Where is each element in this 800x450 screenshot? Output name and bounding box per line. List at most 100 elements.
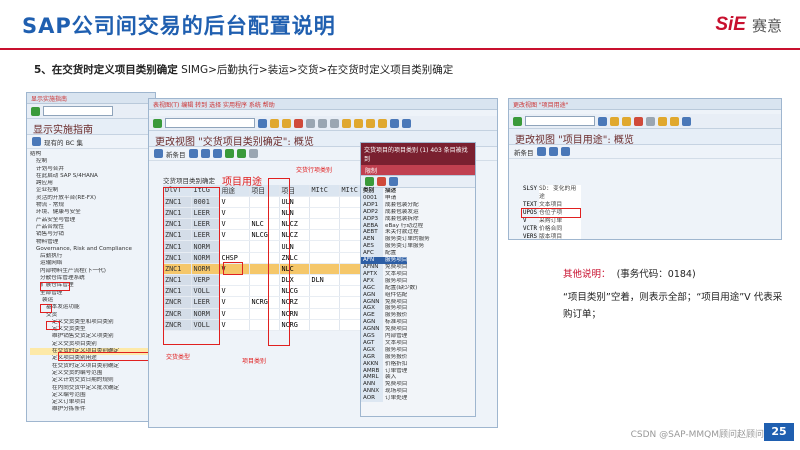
popup-restrict-tab[interactable]: 限制 xyxy=(361,165,475,176)
table-cell[interactable] xyxy=(309,229,340,242)
tree-node[interactable]: 物料管理 xyxy=(30,239,152,246)
table-cell[interactable] xyxy=(309,308,340,320)
list-item[interactable]: AEBT 未关付款过程 xyxy=(361,229,475,237)
list-item[interactable]: ADP1 成套包装分配 xyxy=(361,201,475,209)
list-item[interactable]: SLSY SD: 变化的用途 xyxy=(523,185,581,201)
select-block-icon[interactable] xyxy=(236,149,246,158)
confirm-icon[interactable] xyxy=(153,118,162,128)
list-item[interactable]: AGE 服务报价 xyxy=(361,312,475,320)
tree-node[interactable]: 后勤执行 xyxy=(30,253,152,260)
list-item[interactable]: VERS 版本项目 xyxy=(523,233,581,239)
save-icon[interactable] xyxy=(258,118,267,128)
table-cell[interactable]: V xyxy=(219,218,250,231)
tree-node[interactable]: 定义交货项目类别 xyxy=(30,341,152,348)
delete-icon[interactable] xyxy=(548,147,558,156)
w1-menubar[interactable]: 显示实施指南 xyxy=(27,93,155,104)
list-item[interactable]: ADP3 成套包装拆除 xyxy=(361,215,475,223)
tree-node[interactable]: 灵活的开放平台(RE-FX) xyxy=(30,195,152,202)
list-item[interactable]: AEBA eBay 行动过程 xyxy=(361,222,475,230)
list-item[interactable]: AGNN 免费项目 xyxy=(361,298,475,306)
col-header[interactable]: MItC xyxy=(309,185,340,197)
tree-node[interactable]: Governance, Risk and Compliance xyxy=(30,246,152,253)
first-page-icon[interactable] xyxy=(658,116,667,126)
list-item[interactable]: ADP2 成套包装发运 xyxy=(361,208,475,216)
table-cell[interactable] xyxy=(309,252,340,264)
table-cell[interactable] xyxy=(309,263,340,276)
table-cell[interactable] xyxy=(309,218,340,231)
close-icon[interactable] xyxy=(377,177,386,186)
bc-set-icon[interactable] xyxy=(32,137,41,146)
print-icon[interactable] xyxy=(306,118,315,128)
confirm-icon[interactable] xyxy=(513,116,522,126)
tree-node[interactable]: 在内向交货中定义批次确定 xyxy=(30,385,152,392)
display-change-icon[interactable] xyxy=(154,149,163,158)
table-cell[interactable] xyxy=(219,240,250,253)
list-item[interactable]: AES 服务类订单服务 xyxy=(361,243,475,251)
help-icon[interactable] xyxy=(682,116,691,126)
list-item[interactable]: ANNX 现场项目 xyxy=(361,388,475,396)
exit-icon[interactable] xyxy=(282,118,291,128)
last-page-icon[interactable] xyxy=(378,118,387,128)
tree-node[interactable]: 定义编号范围 xyxy=(30,392,152,399)
next-page-icon[interactable] xyxy=(670,116,679,126)
first-page-icon[interactable] xyxy=(342,118,351,128)
deselect-all-icon[interactable] xyxy=(248,149,258,158)
tree-node[interactable]: 维护分拣条件 xyxy=(30,406,152,413)
back-icon[interactable] xyxy=(610,116,619,126)
table-cell[interactable] xyxy=(309,319,340,331)
table-cell[interactable]: V xyxy=(219,308,250,320)
save-icon[interactable] xyxy=(598,116,607,126)
table-cell[interactable]: V xyxy=(219,229,250,242)
list-item[interactable]: AMRB 订单管理 xyxy=(361,367,475,375)
next-page-icon[interactable] xyxy=(366,118,375,128)
table-cell[interactable]: V xyxy=(219,196,250,208)
back-icon[interactable] xyxy=(270,118,279,128)
list-item[interactable]: VCTR 价格合同 xyxy=(523,225,581,233)
prev-page-icon[interactable] xyxy=(354,118,363,128)
tree-node[interactable]: 定义订单项目 xyxy=(30,399,152,406)
list-item[interactable]: AGN 标准项目 xyxy=(361,319,475,327)
list-item[interactable]: AFX 服务项目 xyxy=(361,277,475,285)
tree-node[interactable]: 在交货时定义项目类别确定 xyxy=(30,363,152,370)
tree-node[interactable]: 环境、健康与安全 xyxy=(30,209,152,216)
table-cell[interactable]: DLN xyxy=(309,274,340,287)
print-icon[interactable] xyxy=(646,116,655,126)
list-item[interactable]: AMRL 装入 xyxy=(361,374,475,382)
tree-node[interactable]: 定义计划交货日期的规则 xyxy=(30,377,152,384)
list-item[interactable]: AFC 配置 xyxy=(361,250,475,258)
table-cell[interactable] xyxy=(309,196,340,208)
undo-icon[interactable] xyxy=(212,149,222,158)
help-icon[interactable] xyxy=(402,118,411,128)
tree-node[interactable]: 结构 xyxy=(30,151,152,158)
delete-icon[interactable] xyxy=(200,149,210,158)
table-cell[interactable] xyxy=(309,285,340,298)
tree-node[interactable]: 物流 - 常规 xyxy=(30,202,152,209)
cancel-icon[interactable] xyxy=(294,118,303,128)
w2-menubar[interactable]: 表视图(T) 编辑 转到 选择 实用程序 系统 帮助 xyxy=(149,99,497,110)
list-item[interactable]: AGC 配置(缺少数) xyxy=(361,284,475,292)
tree-node[interactable]: 企业控制 xyxy=(30,187,152,194)
new-entries-button[interactable]: 新条目 xyxy=(514,147,534,157)
tree-node[interactable]: 在此启动 SAP S/4HANA xyxy=(30,173,152,180)
find-next-icon[interactable] xyxy=(330,118,339,128)
tree-node[interactable]: 内部物料生产流程(下一代) xyxy=(30,268,152,275)
tree-node[interactable]: 计划与合并 xyxy=(30,166,152,173)
list-item[interactable]: AGR 服务报价 xyxy=(361,353,475,361)
find-icon[interactable] xyxy=(318,118,327,128)
list-item[interactable]: AGX 服务项目 xyxy=(361,305,475,313)
sort-icon[interactable] xyxy=(389,177,398,186)
table-cell[interactable] xyxy=(309,207,340,220)
list-item[interactable]: ANN 免费项目 xyxy=(361,381,475,389)
select-all-icon[interactable] xyxy=(224,149,234,158)
table-cell[interactable]: V xyxy=(219,285,250,298)
tree-node[interactable]: 跨应用 xyxy=(30,180,152,187)
tree-node[interactable]: 运输网络 xyxy=(30,260,152,267)
new-entries-button[interactable]: 新条目 xyxy=(166,149,186,159)
layout-icon[interactable] xyxy=(390,118,399,128)
list-item[interactable]: AEN 服务类订单的服务 xyxy=(361,236,475,244)
list-item[interactable]: AGT 文本项目 xyxy=(361,339,475,347)
command-field[interactable] xyxy=(525,116,595,126)
table-cell[interactable]: V xyxy=(219,296,250,309)
bc-set-label[interactable]: 现有的 BC 集 xyxy=(44,137,83,147)
confirm-icon[interactable] xyxy=(365,177,374,186)
